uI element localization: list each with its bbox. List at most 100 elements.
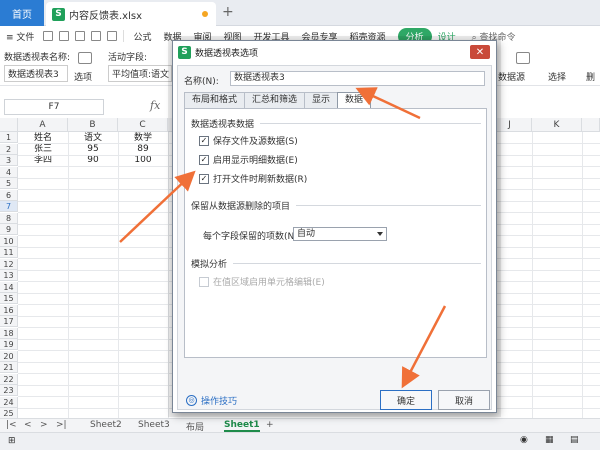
section-divider bbox=[296, 205, 481, 206]
datasource-button[interactable]: 数据源 bbox=[498, 70, 525, 83]
row-header[interactable]: 25 bbox=[0, 408, 18, 418]
home-tab[interactable]: 首页 bbox=[0, 0, 44, 26]
enable-details-checkbox[interactable]: ✓ bbox=[199, 154, 209, 165]
whatif-edit-option: 在值区域启用单元格编辑(E) bbox=[199, 275, 325, 288]
row-header[interactable]: 2 bbox=[0, 143, 18, 155]
row-header[interactable]: 8 bbox=[0, 212, 18, 224]
cell-reference-box[interactable]: F7 bbox=[4, 99, 104, 115]
row-header[interactable]: 16 bbox=[0, 304, 18, 316]
ok-button[interactable]: 确定 bbox=[380, 390, 432, 410]
row-header[interactable]: 7 bbox=[0, 201, 18, 212]
column-header-l[interactable] bbox=[582, 118, 600, 132]
section-divider bbox=[233, 263, 481, 264]
row-header[interactable]: 22 bbox=[0, 373, 18, 385]
options-button[interactable]: 选项 bbox=[74, 70, 92, 83]
row-header[interactable]: 14 bbox=[0, 281, 18, 293]
row-header[interactable]: 10 bbox=[0, 235, 18, 247]
pivot-name-field[interactable]: 数据透视表3 bbox=[4, 65, 68, 82]
save-icon[interactable] bbox=[43, 31, 54, 41]
name-input[interactable]: 数据透视表3 bbox=[230, 71, 485, 86]
options-icon bbox=[78, 52, 92, 64]
column-divider bbox=[118, 132, 119, 418]
print-icon[interactable] bbox=[59, 31, 70, 41]
tips-label: 操作技巧 bbox=[201, 397, 238, 407]
row-header[interactable]: 20 bbox=[0, 350, 18, 362]
last-sheet-nav-icon[interactable]: >| bbox=[56, 420, 67, 430]
row-header[interactable]: 21 bbox=[0, 362, 18, 373]
column-header-b[interactable]: B bbox=[68, 118, 118, 132]
save-source-data-label: 保存文件及源数据(S) bbox=[213, 137, 298, 147]
pivot-options-dialog: S 数据透视表选项 ✕ 名称(N): 数据透视表3 布局和格式 汇总和筛选 显示… bbox=[172, 40, 497, 413]
close-button[interactable]: ✕ bbox=[470, 45, 490, 59]
cancel-button[interactable]: 取消 bbox=[438, 390, 490, 410]
file-menu[interactable]: ≡ 文件 bbox=[0, 30, 40, 43]
row-header[interactable]: 13 bbox=[0, 270, 18, 281]
refresh-on-open-option[interactable]: ✓ 打开文件时刷新数据(R) bbox=[199, 172, 307, 185]
tab-layout-format[interactable]: 布局和格式 bbox=[184, 92, 246, 108]
column-divider bbox=[532, 132, 533, 418]
column-divider bbox=[68, 132, 69, 418]
menu-formula[interactable]: 公式 bbox=[127, 30, 157, 43]
select-all-corner[interactable] bbox=[0, 118, 18, 132]
row-header[interactable]: 19 bbox=[0, 339, 18, 350]
row-header[interactable]: 1 bbox=[0, 132, 18, 143]
items-per-field-label: 每个字段保留的项数(N): bbox=[203, 232, 301, 242]
active-field-label: 活动字段: bbox=[108, 53, 148, 63]
undo-icon[interactable] bbox=[91, 31, 102, 41]
row-header[interactable]: 12 bbox=[0, 258, 18, 270]
row-header[interactable]: 18 bbox=[0, 327, 18, 339]
row-header[interactable]: 11 bbox=[0, 247, 18, 258]
row-header[interactable]: 3 bbox=[0, 155, 18, 166]
select-button[interactable]: 选择 bbox=[548, 70, 566, 83]
data-tab-panel: 数据透视表数据 ✓ 保存文件及源数据(S) ✓ 启用显示明细数据(E) ✓ 打开… bbox=[184, 108, 487, 358]
cell-a2[interactable]: 张三 bbox=[18, 144, 68, 155]
cell-b3[interactable]: 90 bbox=[68, 155, 118, 166]
column-header-c[interactable]: C bbox=[118, 118, 168, 132]
fx-icon[interactable]: fx bbox=[150, 99, 160, 112]
new-tab-button[interactable]: + bbox=[222, 4, 234, 20]
cell-c2[interactable]: 89 bbox=[118, 144, 168, 155]
row-header[interactable]: 24 bbox=[0, 396, 18, 408]
row-header[interactable]: 4 bbox=[0, 166, 18, 178]
normal-view-icon[interactable]: ▦ bbox=[545, 435, 554, 445]
prev-sheet-nav-icon[interactable]: < bbox=[24, 420, 32, 430]
tab-data[interactable]: 数据 bbox=[337, 92, 372, 109]
first-sheet-nav-icon[interactable]: |< bbox=[6, 420, 17, 430]
section-retain-items: 保留从数据源删除的项目 bbox=[191, 199, 481, 212]
column-header-k[interactable]: K bbox=[532, 118, 582, 132]
row-header[interactable]: 5 bbox=[0, 178, 18, 189]
row-header[interactable]: 23 bbox=[0, 385, 18, 396]
sheet-tab-sheet2[interactable]: Sheet2 bbox=[90, 420, 122, 430]
page-view-icon[interactable]: ▤ bbox=[570, 435, 579, 445]
row-header[interactable]: 6 bbox=[0, 189, 18, 201]
save-source-data-checkbox[interactable]: ✓ bbox=[199, 135, 209, 146]
tab-totals-filters[interactable]: 汇总和筛选 bbox=[244, 92, 306, 108]
refresh-on-open-checkbox[interactable]: ✓ bbox=[199, 173, 209, 184]
enable-details-option[interactable]: ✓ 启用显示明细数据(E) bbox=[199, 153, 298, 166]
row-header[interactable]: 9 bbox=[0, 224, 18, 235]
save-source-data-option[interactable]: ✓ 保存文件及源数据(S) bbox=[199, 134, 298, 147]
sheet-tab-bar: |< < > >| Sheet2 Sheet3 布局 Sheet1 + bbox=[0, 418, 600, 433]
hamburger-icon: ≡ bbox=[6, 32, 14, 43]
column-header-a[interactable]: A bbox=[18, 118, 68, 132]
next-sheet-nav-icon[interactable]: > bbox=[40, 420, 48, 430]
tips-link[interactable]: ◎ 操作技巧 bbox=[186, 394, 237, 407]
cell-a3[interactable]: 李四 bbox=[18, 155, 68, 166]
cell-c3[interactable]: 100 bbox=[118, 155, 168, 166]
file-tab[interactable]: S 内容反馈表.xlsx bbox=[46, 2, 216, 26]
add-sheet-button[interactable]: + bbox=[266, 420, 274, 430]
tab-display[interactable]: 显示 bbox=[304, 92, 339, 108]
active-field-value[interactable]: 平均值项:语文 bbox=[108, 65, 172, 82]
sheet-list-icon[interactable]: ⊞ bbox=[8, 436, 16, 446]
eye-icon[interactable]: ◉ bbox=[520, 435, 528, 445]
items-per-field-select[interactable]: 自动 bbox=[293, 227, 387, 241]
cell-b2[interactable]: 95 bbox=[68, 144, 118, 155]
sheet-tab-sheet3[interactable]: Sheet3 bbox=[138, 420, 170, 430]
delete-button[interactable]: 删 bbox=[586, 70, 595, 83]
sheet-tab-sheet1[interactable]: Sheet1 bbox=[224, 420, 260, 432]
row-header[interactable]: 15 bbox=[0, 293, 18, 304]
redo-icon[interactable] bbox=[107, 31, 118, 41]
dialog-tabs: 布局和格式 汇总和筛选 显示 数据 bbox=[184, 92, 372, 109]
preview-icon[interactable] bbox=[75, 31, 86, 41]
row-header[interactable]: 17 bbox=[0, 316, 18, 327]
